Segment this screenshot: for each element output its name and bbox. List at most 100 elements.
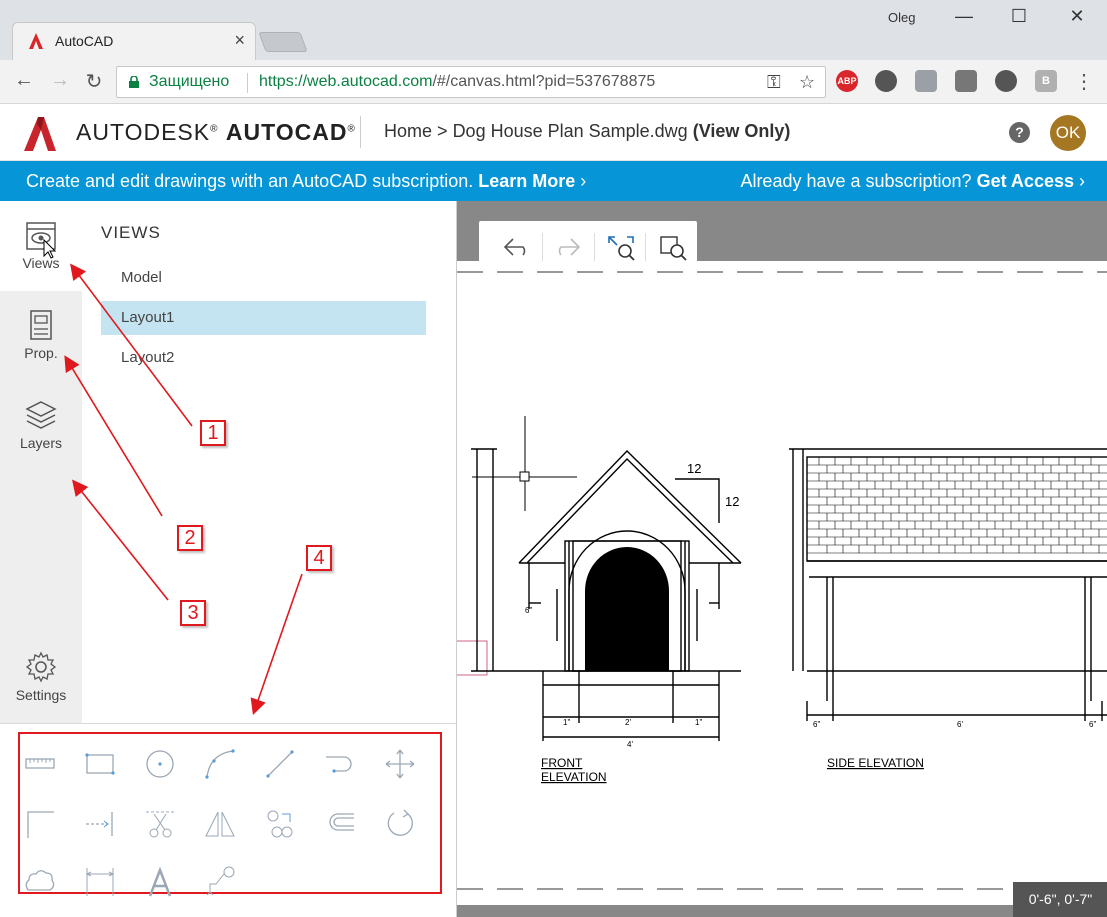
rail-settings[interactable]: Settings bbox=[0, 651, 82, 703]
extend-tool-icon[interactable] bbox=[80, 804, 120, 844]
offset-tool-icon[interactable] bbox=[320, 804, 360, 844]
view-item-layout2[interactable]: Layout2 bbox=[101, 341, 426, 375]
layers-icon bbox=[25, 401, 57, 429]
polyline-tool-icon[interactable] bbox=[320, 744, 360, 784]
toolbar-divider bbox=[542, 233, 543, 261]
get-access-link[interactable]: Get Access bbox=[977, 171, 1074, 191]
breadcrumb: Home > Dog House Plan Sample.dwg (View O… bbox=[384, 121, 790, 142]
redo-icon[interactable] bbox=[551, 233, 583, 261]
banner-left: Create and edit drawings with an AutoCAD… bbox=[26, 171, 586, 192]
line-tool-icon[interactable] bbox=[260, 744, 300, 784]
user-avatar[interactable]: OK bbox=[1050, 115, 1086, 151]
chevron-right-icon: › bbox=[1074, 171, 1085, 191]
leader-tool-icon[interactable] bbox=[200, 862, 240, 902]
b-extension-icon[interactable]: B bbox=[1035, 70, 1057, 92]
circle-tool-icon[interactable] bbox=[140, 744, 180, 784]
front-elevation-label-1: FRONT bbox=[541, 756, 583, 770]
tab-title: AutoCAD bbox=[55, 33, 114, 49]
trim-corner-icon[interactable] bbox=[20, 804, 60, 844]
breadcrumb-home[interactable]: Home bbox=[384, 121, 432, 141]
forward-button[interactable]: → bbox=[48, 69, 72, 92]
rail-views[interactable]: Views bbox=[0, 201, 82, 291]
key-icon[interactable]: ⚿ bbox=[767, 72, 781, 93]
tab-close-icon[interactable]: × bbox=[234, 30, 245, 51]
url-host: https://web.autocad.com bbox=[259, 73, 433, 90]
browser-titlebar: AutoCAD × Oleg — ☐ ✕ bbox=[0, 0, 1107, 60]
header-divider bbox=[360, 116, 361, 148]
canvas-margin-bottom bbox=[457, 905, 1107, 917]
reload-button[interactable]: ↻ bbox=[82, 69, 106, 94]
omnibox-divider bbox=[247, 73, 248, 93]
left-rail: Views Prop. Layers Settings bbox=[0, 201, 82, 723]
callout-4: 4 bbox=[306, 545, 332, 571]
close-window-button[interactable]: ✕ bbox=[1062, 6, 1092, 27]
coordinate-readout: 0'-6", 0'-7" bbox=[1013, 882, 1107, 917]
views-panel-title: VIEWS bbox=[101, 223, 161, 242]
url-text[interactable]: https://web.autocad.com/#/canvas.html?pi… bbox=[259, 73, 655, 91]
browser-toolbar: ← → ↻ Защищено https://web.autocad.com/#… bbox=[0, 60, 1107, 104]
views-eye-icon bbox=[26, 222, 56, 250]
undo-icon[interactable] bbox=[501, 233, 533, 261]
app-header: AUTODESK® AUTOCAD® Home > Dog House Plan… bbox=[0, 104, 1107, 161]
pitch-label-top: 12 bbox=[687, 461, 701, 476]
minimize-button[interactable]: — bbox=[949, 6, 979, 27]
callout-2: 2 bbox=[177, 525, 203, 551]
rotate-tool-icon[interactable] bbox=[380, 804, 420, 844]
gear-extension-icon[interactable] bbox=[995, 70, 1017, 92]
back-button[interactable]: ← bbox=[12, 69, 36, 92]
pitch-label-side: 12 bbox=[725, 494, 739, 509]
toolbar-divider bbox=[594, 233, 595, 261]
side-dim-center: 6' bbox=[957, 720, 963, 729]
url-path: /#/canvas.html?pid=537678875 bbox=[432, 73, 656, 90]
new-tab-button[interactable] bbox=[258, 32, 308, 52]
address-bar[interactable]: Защищено https://web.autocad.com/#/canva… bbox=[116, 66, 826, 98]
zoom-extents-icon[interactable] bbox=[605, 233, 637, 261]
maximize-button[interactable]: ☐ bbox=[1004, 6, 1034, 27]
arc-tool-icon[interactable] bbox=[200, 744, 240, 784]
tools-panel bbox=[0, 723, 456, 917]
mirror-tool-icon[interactable] bbox=[200, 804, 240, 844]
drawing-canvas[interactable]: 12 12 1" 2' 1" 4' 6" FRONT ELEVATION 6" … bbox=[456, 201, 1107, 917]
rail-properties[interactable]: Prop. bbox=[0, 309, 82, 361]
secure-label: Защищено bbox=[149, 73, 230, 90]
lock-icon bbox=[129, 76, 139, 88]
properties-icon bbox=[30, 310, 52, 340]
rail-settings-label: Settings bbox=[15, 687, 67, 703]
learn-more-link[interactable]: Learn More bbox=[478, 171, 575, 191]
revision-cloud-icon[interactable] bbox=[20, 862, 60, 902]
text-tool-icon[interactable] bbox=[140, 862, 180, 902]
measure-ruler-icon[interactable] bbox=[20, 744, 60, 784]
help-button[interactable]: ? bbox=[1009, 122, 1030, 143]
film-reel-icon[interactable] bbox=[875, 70, 897, 92]
breadcrumb-separator: > bbox=[437, 121, 448, 141]
side-dim-right: 6" bbox=[1089, 720, 1096, 729]
view-item-model[interactable]: Model bbox=[101, 261, 426, 295]
move-tool-icon[interactable] bbox=[380, 744, 420, 784]
subscription-banner: Create and edit drawings with an AutoCAD… bbox=[0, 161, 1107, 201]
bookmark-star-icon[interactable]: ☆ bbox=[799, 72, 815, 93]
shield-v-icon[interactable] bbox=[915, 70, 937, 92]
drawing-sheet: 12 12 1" 2' 1" 4' 6" FRONT ELEVATION 6" … bbox=[457, 261, 1107, 905]
browser-tab[interactable]: AutoCAD × bbox=[12, 22, 256, 60]
copy-tool-icon[interactable] bbox=[260, 804, 300, 844]
browser-user-name[interactable]: Oleg bbox=[888, 10, 915, 25]
autocad-logo-icon bbox=[24, 117, 56, 151]
file-name: Dog House Plan Sample.dwg bbox=[452, 121, 688, 141]
browser-menu-icon[interactable]: ⋮ bbox=[1072, 69, 1096, 94]
adblock-plus-icon[interactable]: ABP bbox=[836, 70, 858, 92]
brand-registered: ® bbox=[210, 123, 219, 135]
chevron-right-icon: › bbox=[575, 171, 587, 191]
rail-layers[interactable]: Layers bbox=[0, 399, 82, 451]
view-item-layout1[interactable]: Layout1 bbox=[101, 301, 426, 335]
trim-scissors-icon[interactable] bbox=[140, 804, 180, 844]
dimension-tool-icon[interactable] bbox=[80, 862, 120, 902]
banner-right-text: Already have a subscription? bbox=[740, 171, 972, 191]
front-dim-eave: 6" bbox=[525, 606, 532, 615]
front-dim-right: 1" bbox=[695, 718, 702, 727]
window-icon[interactable] bbox=[955, 70, 977, 92]
banner-text: Create and edit drawings with an AutoCAD… bbox=[26, 171, 474, 191]
zoom-window-icon[interactable] bbox=[657, 233, 689, 261]
brand-autodesk: AUTODESK bbox=[76, 119, 211, 145]
rectangle-tool-icon[interactable] bbox=[80, 744, 120, 784]
front-dim-center: 2' bbox=[625, 718, 631, 727]
